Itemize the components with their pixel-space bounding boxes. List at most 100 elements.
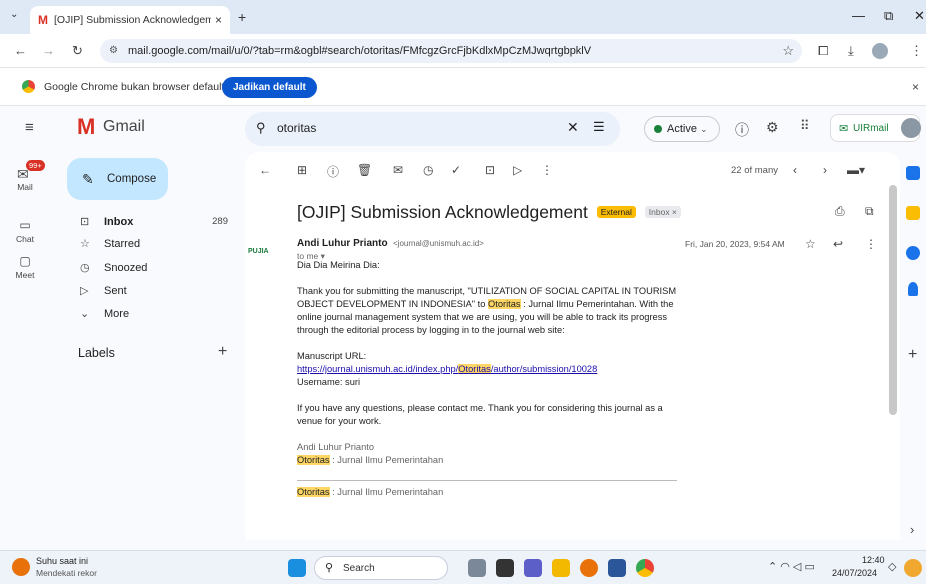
chrome-menu-icon[interactable]: ⋮ xyxy=(910,43,923,59)
url-text: mail.google.com/mail/u/0/?tab=rm&ogbl#se… xyxy=(128,45,592,57)
apps-grid-icon[interactable]: ⠿ xyxy=(800,118,810,134)
nav-item-snoozed[interactable]: ◷ Snoozed xyxy=(66,257,240,279)
tray-icons[interactable]: ⌃ ◠ ◁ ▭ xyxy=(768,560,815,573)
rail-chat-label: Chat xyxy=(16,234,34,244)
older-icon[interactable]: › xyxy=(823,163,827,177)
task-view-icon[interactable] xyxy=(468,559,486,577)
greeting: Dia Dia Meirina Dia: xyxy=(297,260,380,270)
taskbar-search[interactable]: ⚲ Search xyxy=(314,556,448,580)
download-icon[interactable]: ⤓ xyxy=(848,43,854,59)
nav-item-sent[interactable]: ▷ Sent xyxy=(66,280,240,302)
search-box[interactable]: ⚲ otoritas ✕ ☰ xyxy=(245,112,620,146)
show-side-panel-icon[interactable]: › xyxy=(910,522,914,537)
notification-bell-icon[interactable]: ◇ xyxy=(888,560,896,573)
rail-chat[interactable]: ▭ Chat xyxy=(0,218,50,244)
star-message-icon[interactable]: ☆ xyxy=(805,237,816,251)
rail-meet[interactable]: ▢ Meet xyxy=(0,254,50,280)
footer-line: Otoritas : Jurnal Ilmu Pemerintahan xyxy=(297,480,677,499)
word-icon[interactable] xyxy=(608,559,626,577)
window-close-icon[interactable]: ✕ xyxy=(914,8,925,24)
account-chip[interactable]: ✉ UIRmail xyxy=(830,114,921,142)
message-more-icon[interactable]: ⋮ xyxy=(865,237,877,251)
app-icon[interactable] xyxy=(496,559,514,577)
labels-heading: Labels xyxy=(78,346,115,360)
chrome-taskbar-icon[interactable] xyxy=(636,559,654,577)
inbox-label-chip[interactable]: Inbox × xyxy=(644,206,681,218)
bookmark-star-icon[interactable]: ☆ xyxy=(782,39,794,63)
mark-unread-icon[interactable]: ✉ xyxy=(393,163,403,177)
clear-search-icon[interactable]: ✕ xyxy=(567,119,579,136)
teams-icon[interactable] xyxy=(524,559,542,577)
print-icon[interactable]: ⎙ xyxy=(835,204,845,219)
search-icon[interactable]: ⚲ xyxy=(256,120,266,136)
calendar-icon[interactable] xyxy=(906,166,920,180)
move-to-icon[interactable]: ⊡ xyxy=(485,163,495,177)
sender-email: <journal@unismuh.ac.id> xyxy=(393,239,484,248)
rail-mail-label: Mail xyxy=(17,182,33,192)
address-bar[interactable]: ⚙ mail.google.com/mail/u/0/?tab=rm&ogbl#… xyxy=(100,39,802,63)
minimize-icon[interactable]: — xyxy=(852,8,865,23)
tab-search-chevron-icon[interactable]: ⌄ xyxy=(10,9,18,20)
windows-taskbar: Suhu saat ini Mendekati rekor ⚲ Search ⌃… xyxy=(0,550,926,584)
profile-avatar[interactable] xyxy=(872,43,888,59)
site-info-icon[interactable]: ⚙ xyxy=(109,39,118,63)
reply-icon[interactable]: ↩ xyxy=(833,237,843,251)
text: : Jurnal Ilmu Pemerintahan xyxy=(329,487,444,497)
more-options-icon[interactable]: ⋮ xyxy=(541,163,553,177)
snooze-icon[interactable]: ◷ xyxy=(423,163,433,177)
sender-name[interactable]: Andi Luhur Prianto xyxy=(297,238,388,249)
clock-time[interactable]: 12:40 xyxy=(862,555,885,565)
manuscript-link[interactable]: https://journal.unismuh.ac.id/index.php/… xyxy=(297,364,597,374)
status-dropdown[interactable]: Active ⌄ xyxy=(644,116,720,142)
meet-icon: ▢ xyxy=(19,254,31,268)
browser-tab[interactable]: M [OJIP] Submission Acknowledgeme × xyxy=(30,6,230,34)
account-avatar[interactable] xyxy=(901,118,921,138)
infobar-close-icon[interactable]: × xyxy=(912,80,919,94)
main-menu-icon[interactable]: ≡ xyxy=(25,119,34,136)
report-spam-icon[interactable]: ⓘ xyxy=(327,163,339,180)
search-input[interactable]: otoritas xyxy=(277,121,316,135)
input-tools-icon[interactable]: ▬▾ xyxy=(847,163,865,177)
label-icon[interactable]: ▷ xyxy=(513,163,522,177)
back-to-list-icon[interactable]: ← xyxy=(259,163,271,177)
tasks-icon[interactable] xyxy=(906,246,920,260)
add-task-icon[interactable]: ✓ xyxy=(451,163,461,177)
maximize-icon[interactable]: ⧉ xyxy=(884,8,893,24)
newer-icon[interactable]: ‹ xyxy=(793,163,797,177)
compose-button[interactable]: ✎ Compose xyxy=(67,158,168,200)
get-addons-icon[interactable]: + xyxy=(908,346,917,364)
gmail-logo-icon[interactable]: M xyxy=(77,114,95,140)
keep-icon[interactable] xyxy=(906,206,920,220)
message-scrollbar[interactable] xyxy=(889,185,897,415)
sender-avatar[interactable]: PUJIA xyxy=(245,240,287,262)
back-icon[interactable]: ← xyxy=(14,43,27,58)
extensions-icon[interactable]: ⧠ xyxy=(818,43,828,59)
delete-icon[interactable]: 🗑 xyxy=(357,163,372,177)
forward-icon[interactable]: → xyxy=(42,43,55,58)
firefox-icon[interactable] xyxy=(580,559,598,577)
nav-item-starred[interactable]: ☆ Starred xyxy=(66,233,240,255)
archive-icon[interactable]: ⊞ xyxy=(297,163,307,177)
help-icon[interactable]: ⓘ xyxy=(735,120,749,140)
copilot-icon[interactable] xyxy=(904,559,922,577)
avatar-text: PUJIA xyxy=(248,248,269,255)
nav-item-inbox[interactable]: ⊡ Inbox 289 xyxy=(66,211,240,233)
reload-icon[interactable]: ↻ xyxy=(72,43,83,59)
file-explorer-icon[interactable] xyxy=(552,559,570,577)
rail-mail[interactable]: ✉ 99+ Mail xyxy=(0,160,50,192)
message-panel: ← ⊞ ⓘ 🗑 ✉ ◷ ✓ ⊡ ▷ ⋮ 22 of many ‹ › ▬▾ [O… xyxy=(245,152,900,540)
tab-title: [OJIP] Submission Acknowledgeme xyxy=(54,14,211,26)
weather-title[interactable]: Suhu saat ini xyxy=(36,556,88,566)
contacts-icon[interactable] xyxy=(908,282,918,296)
search-options-icon[interactable]: ☰ xyxy=(593,119,605,135)
settings-gear-icon[interactable]: ⚙ xyxy=(766,119,779,136)
weather-icon[interactable] xyxy=(12,558,30,576)
new-tab-button[interactable]: + xyxy=(238,9,246,25)
add-label-button[interactable]: + xyxy=(218,343,227,361)
tab-close-icon[interactable]: × xyxy=(215,13,222,27)
windows-start-icon[interactable] xyxy=(288,559,306,577)
set-default-button[interactable]: Jadikan default xyxy=(222,77,317,98)
nav-item-more[interactable]: ⌄ More xyxy=(66,303,240,325)
uirmail-logo-icon: ✉ xyxy=(839,123,849,135)
open-new-window-icon[interactable]: ⧉ xyxy=(865,204,874,219)
